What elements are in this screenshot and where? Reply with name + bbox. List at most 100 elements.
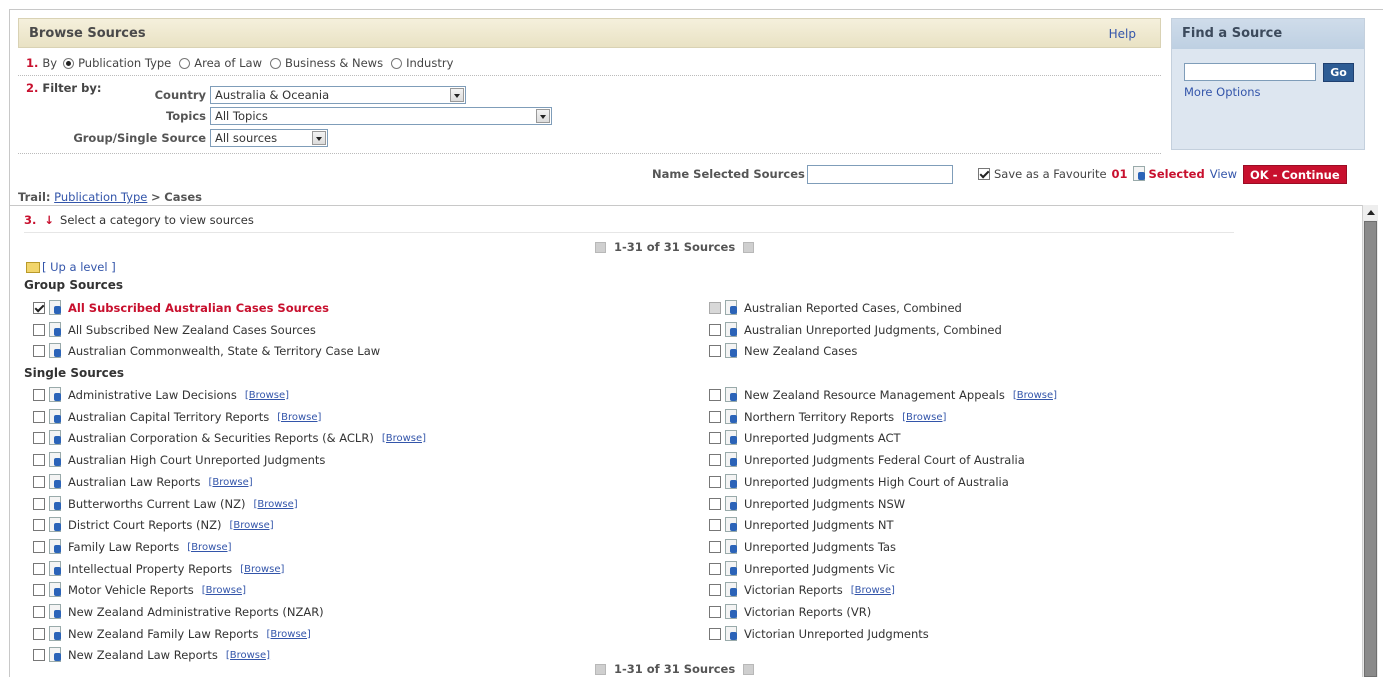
prev-page-icon[interactable] bbox=[595, 663, 606, 675]
scroll-up-icon[interactable] bbox=[1363, 205, 1378, 220]
next-page-icon[interactable] bbox=[743, 663, 755, 675]
list-item[interactable]: Unreported Judgments Vic bbox=[709, 561, 895, 577]
source-checkbox[interactable] bbox=[33, 432, 45, 444]
list-item[interactable]: Motor Vehicle Reports [Browse] bbox=[33, 582, 246, 598]
radio-area-of-law[interactable]: Area of Law bbox=[179, 56, 262, 70]
source-checkbox[interactable] bbox=[33, 498, 45, 510]
list-item[interactable]: Victorian Reports [Browse] bbox=[709, 582, 895, 598]
topics-select[interactable]: All Topics bbox=[210, 107, 552, 125]
source-checkbox[interactable] bbox=[709, 563, 721, 575]
radio-button[interactable] bbox=[270, 57, 281, 69]
help-link[interactable]: Help bbox=[1109, 27, 1136, 41]
browse-link[interactable]: [Browse] bbox=[226, 650, 270, 661]
browse-link[interactable]: [Browse] bbox=[267, 629, 311, 640]
source-checkbox[interactable] bbox=[709, 345, 721, 357]
browse-link[interactable]: [Browse] bbox=[229, 520, 273, 531]
scroll-thumb[interactable] bbox=[1364, 221, 1377, 677]
source-checkbox[interactable] bbox=[33, 649, 45, 661]
list-item[interactable]: Butterworths Current Law (NZ) [Browse] bbox=[33, 496, 298, 512]
source-checkbox[interactable] bbox=[33, 454, 45, 466]
source-checkbox[interactable] bbox=[33, 324, 45, 336]
browse-link[interactable]: [Browse] bbox=[851, 585, 895, 596]
vertical-scrollbar[interactable] bbox=[1362, 205, 1378, 677]
source-checkbox[interactable] bbox=[709, 476, 721, 488]
list-item[interactable]: Unreported Judgments Tas bbox=[709, 539, 896, 555]
source-checkbox[interactable] bbox=[709, 541, 721, 553]
browse-link[interactable]: [Browse] bbox=[245, 390, 289, 401]
list-item[interactable]: Australian Law Reports [Browse] bbox=[33, 474, 253, 490]
list-item[interactable]: Australian Commonwealth, State & Territo… bbox=[33, 343, 380, 359]
chevron-down-icon[interactable] bbox=[312, 131, 326, 145]
list-item[interactable]: Australian Corporation & Securities Repo… bbox=[33, 430, 426, 446]
source-checkbox[interactable] bbox=[709, 584, 721, 596]
list-item[interactable]: Victorian Unreported Judgments bbox=[709, 626, 929, 642]
radio-business-news[interactable]: Business & News bbox=[270, 56, 383, 70]
source-checkbox[interactable] bbox=[33, 541, 45, 553]
source-checkbox[interactable] bbox=[709, 411, 721, 423]
prev-page-icon[interactable] bbox=[595, 241, 606, 253]
browse-link[interactable]: [Browse] bbox=[202, 585, 246, 596]
go-button[interactable]: Go bbox=[1323, 63, 1354, 82]
list-item[interactable]: Unreported Judgments ACT bbox=[709, 430, 901, 446]
source-checkbox[interactable] bbox=[709, 628, 721, 640]
list-item[interactable]: Northern Territory Reports [Browse] bbox=[709, 409, 946, 425]
browse-link[interactable]: [Browse] bbox=[1013, 390, 1057, 401]
source-checkbox[interactable] bbox=[709, 432, 721, 444]
up-level-link[interactable]: [ Up a level ] bbox=[26, 260, 116, 274]
source-checkbox[interactable] bbox=[33, 584, 45, 596]
list-item[interactable]: New Zealand Resource Management Appeals [… bbox=[709, 387, 1057, 403]
browse-link[interactable]: [Browse] bbox=[240, 564, 284, 575]
source-checkbox[interactable] bbox=[709, 389, 721, 401]
list-item[interactable]: Australian Capital Territory Reports [Bro… bbox=[33, 409, 321, 425]
browse-link[interactable]: [Browse] bbox=[277, 412, 321, 423]
chevron-down-icon[interactable] bbox=[536, 109, 550, 123]
ok-continue-button[interactable]: OK - Continue bbox=[1243, 164, 1347, 184]
list-item[interactable]: Unreported Judgments High Court of Austr… bbox=[709, 474, 1009, 490]
list-item[interactable]: New Zealand Family Law Reports [Browse] bbox=[33, 626, 311, 642]
country-select[interactable]: Australia & Oceania bbox=[210, 86, 466, 104]
list-item[interactable]: Unreported Judgments Federal Court of Au… bbox=[709, 452, 1025, 468]
browse-link[interactable]: [Browse] bbox=[382, 433, 426, 444]
browse-link[interactable]: [Browse] bbox=[253, 499, 297, 510]
list-item[interactable]: Australian Reported Cases, Combined bbox=[709, 300, 962, 316]
chevron-down-icon[interactable] bbox=[450, 88, 464, 102]
next-page-icon[interactable] bbox=[743, 241, 755, 253]
name-selected-input[interactable] bbox=[806, 164, 953, 184]
list-item[interactable]: New Zealand Cases bbox=[709, 343, 857, 359]
radio-button[interactable] bbox=[63, 57, 75, 69]
list-item[interactable]: Unreported Judgments NT bbox=[709, 517, 894, 533]
list-item[interactable]: All Subscribed New Zealand Cases Sources bbox=[33, 322, 316, 338]
browse-link[interactable]: [Browse] bbox=[187, 542, 231, 553]
source-checkbox[interactable] bbox=[709, 498, 721, 510]
list-item[interactable]: Administrative Law Decisions [Browse] bbox=[33, 387, 289, 403]
source-checkbox[interactable] bbox=[709, 519, 721, 531]
list-item[interactable]: All Subscribed Australian Cases Sources bbox=[33, 300, 329, 316]
list-item[interactable]: Victorian Reports (VR) bbox=[709, 604, 871, 620]
browse-link[interactable]: [Browse] bbox=[902, 412, 946, 423]
list-item[interactable]: Intellectual Property Reports [Browse] bbox=[33, 561, 284, 577]
view-link[interactable]: View bbox=[1210, 167, 1237, 181]
source-checkbox[interactable] bbox=[33, 519, 45, 531]
radio-publication-type[interactable]: Publication Type bbox=[63, 56, 171, 70]
list-item[interactable]: Australian Unreported Judgments, Combine… bbox=[709, 322, 1002, 338]
list-item[interactable]: Unreported Judgments NSW bbox=[709, 496, 905, 512]
radio-button[interactable] bbox=[391, 57, 403, 69]
more-options-link[interactable]: More Options bbox=[1184, 85, 1261, 99]
source-checkbox[interactable] bbox=[33, 563, 45, 575]
source-checkbox[interactable] bbox=[33, 345, 45, 357]
source-checkbox[interactable] bbox=[33, 389, 45, 401]
source-checkbox[interactable] bbox=[33, 411, 45, 423]
list-item[interactable]: New Zealand Law Reports [Browse] bbox=[33, 647, 270, 663]
source-checkbox[interactable] bbox=[709, 454, 721, 466]
list-item[interactable]: Family Law Reports [Browse] bbox=[33, 539, 232, 555]
radio-industry[interactable]: Industry bbox=[391, 56, 453, 70]
source-checkbox[interactable] bbox=[33, 476, 45, 488]
source-checkbox[interactable] bbox=[709, 606, 721, 618]
save-favourite-checkbox[interactable] bbox=[978, 168, 990, 180]
source-checkbox[interactable] bbox=[709, 324, 721, 336]
group-select[interactable]: All sources bbox=[210, 129, 328, 147]
list-item[interactable]: New Zealand Administrative Reports (NZAR… bbox=[33, 604, 324, 620]
list-item[interactable]: Australian High Court Unreported Judgmen… bbox=[33, 452, 325, 468]
source-checkbox[interactable] bbox=[33, 302, 45, 314]
source-checkbox[interactable] bbox=[33, 628, 45, 640]
